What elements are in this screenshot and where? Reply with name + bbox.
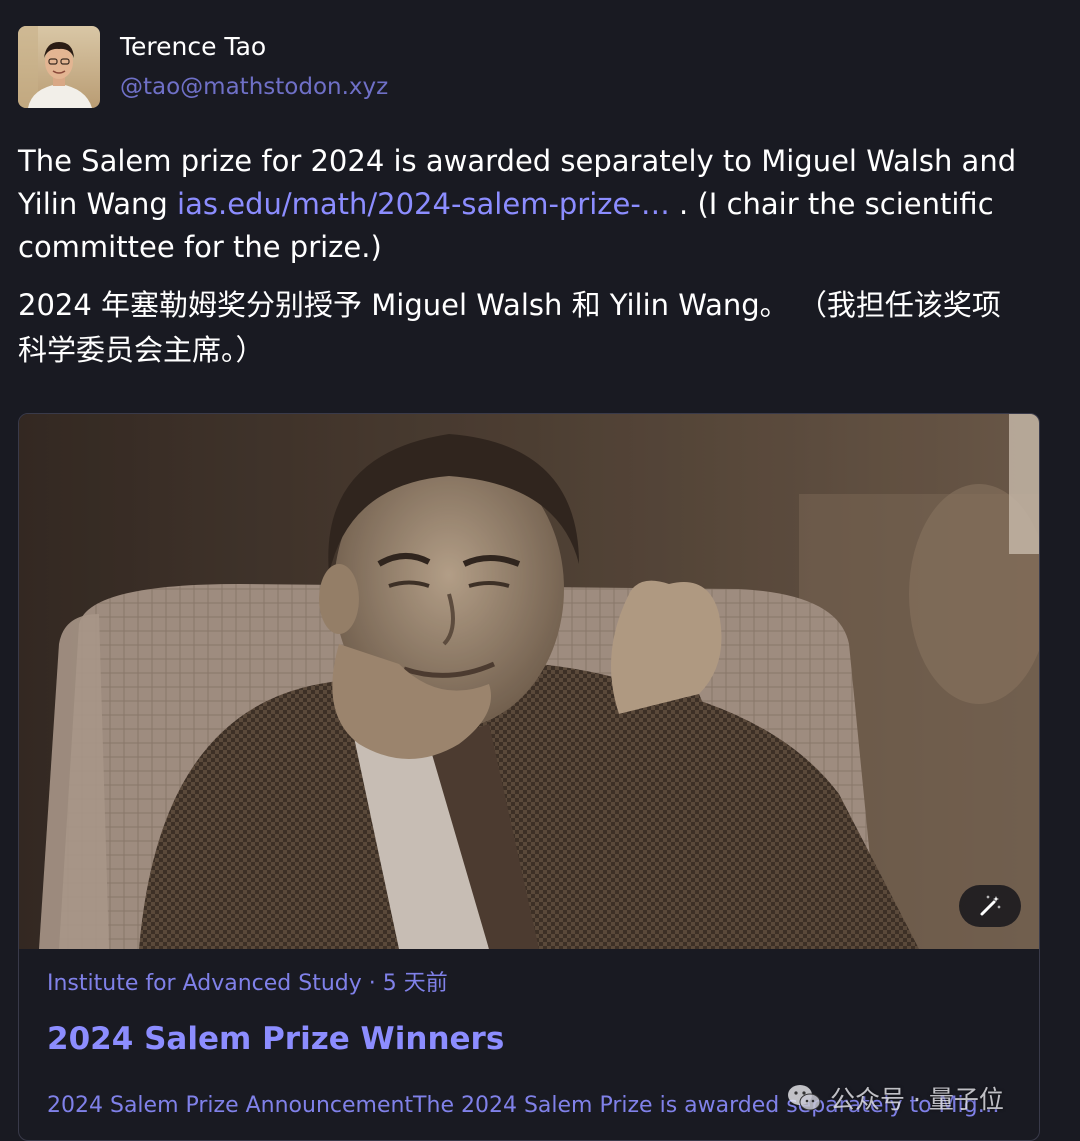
watermark-text: 公众号 · 量子位 [830, 1085, 1004, 1114]
watermark: 公众号 · 量子位 [786, 1078, 1004, 1118]
card-image[interactable] [19, 414, 1039, 949]
status-link[interactable]: ias.edu/math/2024-salem-prize-… [177, 187, 670, 221]
status-content: The Salem prize for 2024 is awarded sepa… [18, 140, 1028, 373]
alt-text-badge[interactable] [959, 885, 1021, 927]
post-header: Terence Tao @tao@mathstodon.xyz [18, 26, 388, 110]
link-preview-card[interactable]: Institute for Advanced Study · 5 天前 2024… [18, 413, 1040, 1141]
magic-wand-icon [980, 895, 1001, 916]
status-post: Terence Tao @tao@mathstodon.xyz The Sale… [0, 0, 1080, 1141]
author-info: Terence Tao @tao@mathstodon.xyz [120, 26, 388, 102]
wechat-icon [788, 1085, 821, 1111]
card-title[interactable]: 2024 Salem Prize Winners [47, 1019, 1027, 1059]
author-handle[interactable]: @tao@mathstodon.xyz [120, 72, 388, 102]
author-display-name[interactable]: Terence Tao [120, 32, 388, 62]
card-photo [19, 414, 1039, 949]
status-paragraph-chinese: 2024 年塞勒姆奖分别授予 Miguel Walsh 和 Yilin Wang… [18, 288, 1001, 367]
card-provider-meta: Institute for Advanced Study · 5 天前 [47, 971, 448, 996]
avatar[interactable] [18, 26, 100, 108]
avatar-photo [18, 26, 100, 108]
status-paragraph-english: The Salem prize for 2024 is awarded sepa… [18, 140, 1028, 269]
